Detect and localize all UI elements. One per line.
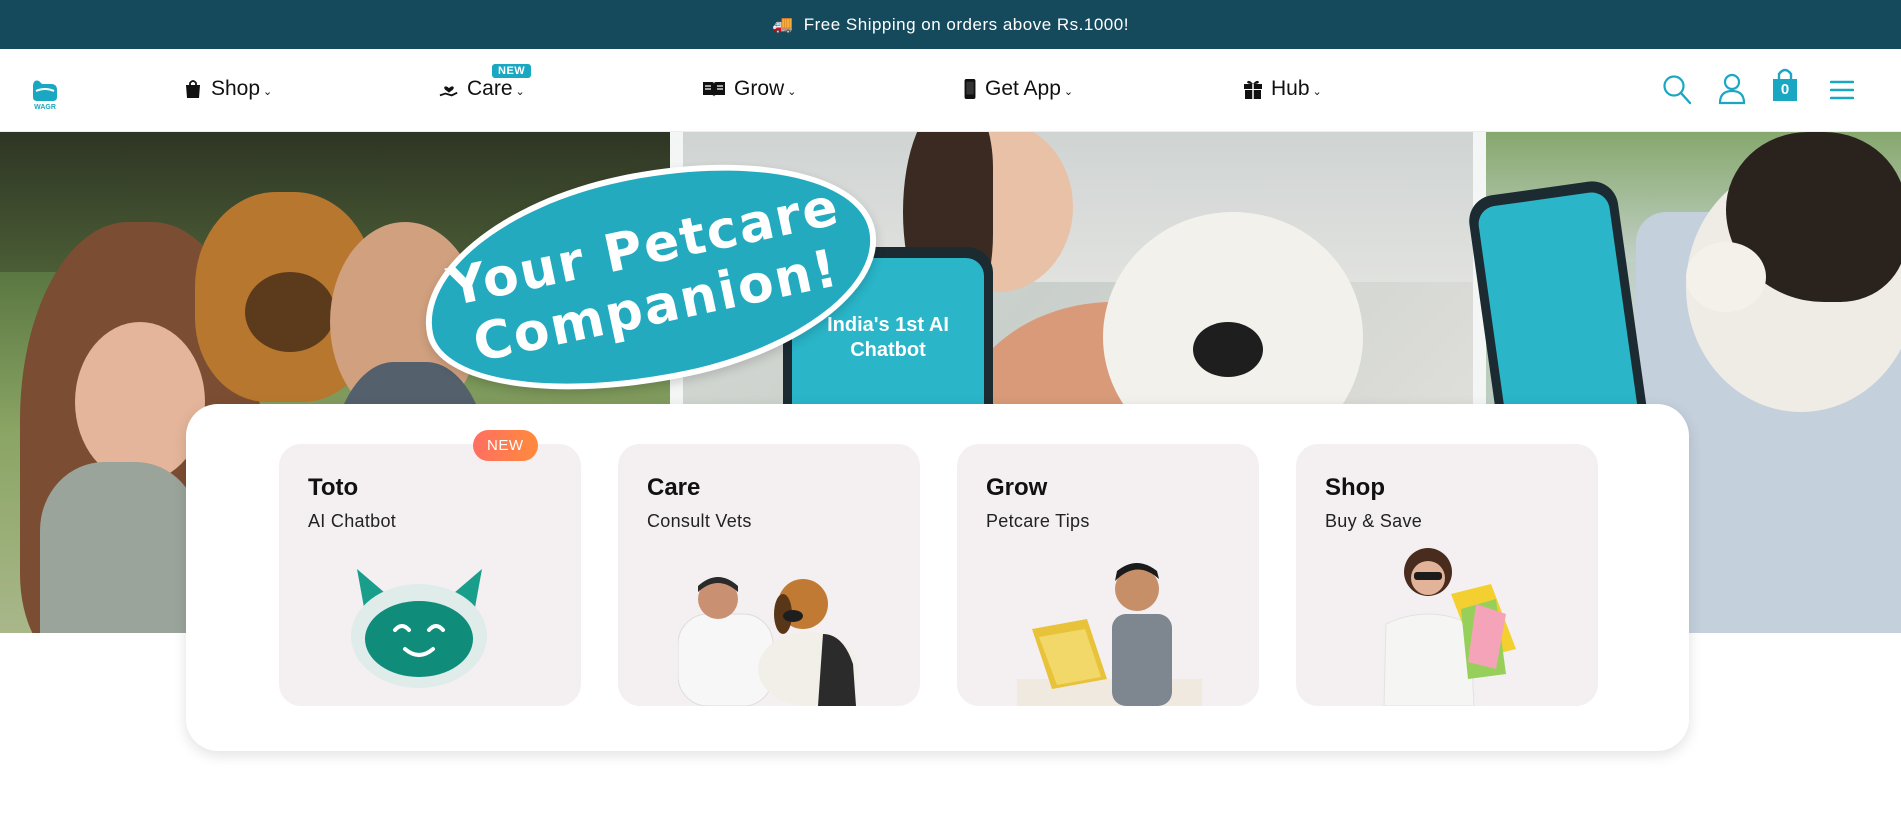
logo-text: WAGR — [34, 104, 56, 111]
card-toto[interactable]: Toto AI Chatbot — [279, 444, 581, 706]
card-title: Toto — [308, 474, 359, 501]
open-book-icon — [703, 82, 725, 97]
card-shop[interactable]: Shop Buy & Save — [1296, 444, 1598, 706]
nav-shop-label: Shop — [211, 77, 261, 100]
man-reading-book-icon — [1017, 563, 1202, 706]
card-subtitle: Petcare Tips — [986, 511, 1090, 531]
card-care[interactable]: Care Consult Vets — [618, 444, 920, 706]
feature-cards-panel: Toto AI Chatbot Care Consult Vets Grow P… — [186, 404, 1689, 751]
wagr-logo[interactable] — [30, 75, 60, 105]
card-grow[interactable]: Grow Petcare Tips — [957, 444, 1259, 706]
account-icon[interactable] — [1718, 73, 1746, 105]
hand-heart-icon — [439, 86, 458, 97]
nav-get-app-label: Get App — [985, 77, 1061, 100]
truck-icon: 🚚 — [772, 14, 794, 34]
nav-shop[interactable]: Shop ⌄ — [183, 77, 272, 101]
nav-get-app[interactable]: Get App ⌄ — [963, 77, 1073, 101]
chevron-down-icon: ⌄ — [1063, 86, 1074, 98]
card-subtitle: Buy & Save — [1325, 511, 1423, 531]
nav-care[interactable]: Care ⌄ — [439, 77, 525, 101]
gift-box-icon — [1244, 80, 1262, 99]
woman-shopping-bags-icon — [1383, 548, 1516, 706]
shopping-bag-icon — [186, 80, 200, 98]
card-toto-new-badge: NEW — [473, 430, 538, 461]
announcement-bar: 🚚 Free Shipping on orders above Rs.1000! — [0, 0, 1901, 49]
nav-care-label: Care — [467, 77, 513, 100]
announcement-text: Free Shipping on orders above Rs.1000! — [803, 14, 1129, 34]
card-title: Care — [647, 474, 701, 501]
nav-grow-label: Grow — [734, 77, 785, 100]
nav-hub[interactable]: Hub ⌄ — [1243, 77, 1322, 101]
cart-count: 0 — [1780, 81, 1790, 98]
nav-grow[interactable]: Grow ⌄ — [702, 77, 796, 101]
card-title: Shop — [1325, 474, 1385, 501]
card-subtitle: AI Chatbot — [308, 511, 397, 531]
mobile-phone-icon — [964, 79, 976, 99]
toto-robot-icon — [351, 569, 487, 688]
search-icon[interactable] — [1662, 73, 1692, 105]
chevron-down-icon: ⌄ — [1312, 86, 1322, 98]
cart-button[interactable]: 0 — [1771, 67, 1799, 103]
site-header: WAGR Shop ⌄ Care ⌄ NEW Grow ⌄ Get App ⌄ — [0, 49, 1901, 132]
phone-screen-line2: Chatbot — [850, 339, 926, 361]
card-subtitle: Consult Vets — [647, 511, 752, 531]
chevron-down-icon: ⌄ — [263, 86, 273, 98]
vet-with-dog-icon — [678, 577, 858, 706]
nav-care-new-badge: NEW — [492, 64, 532, 78]
chevron-down-icon: ⌄ — [515, 86, 525, 98]
hamburger-menu-icon[interactable] — [1830, 80, 1854, 100]
nav-hub-label: Hub — [1271, 77, 1310, 100]
chevron-down-icon: ⌄ — [787, 86, 797, 98]
card-title: Grow — [986, 474, 1048, 501]
